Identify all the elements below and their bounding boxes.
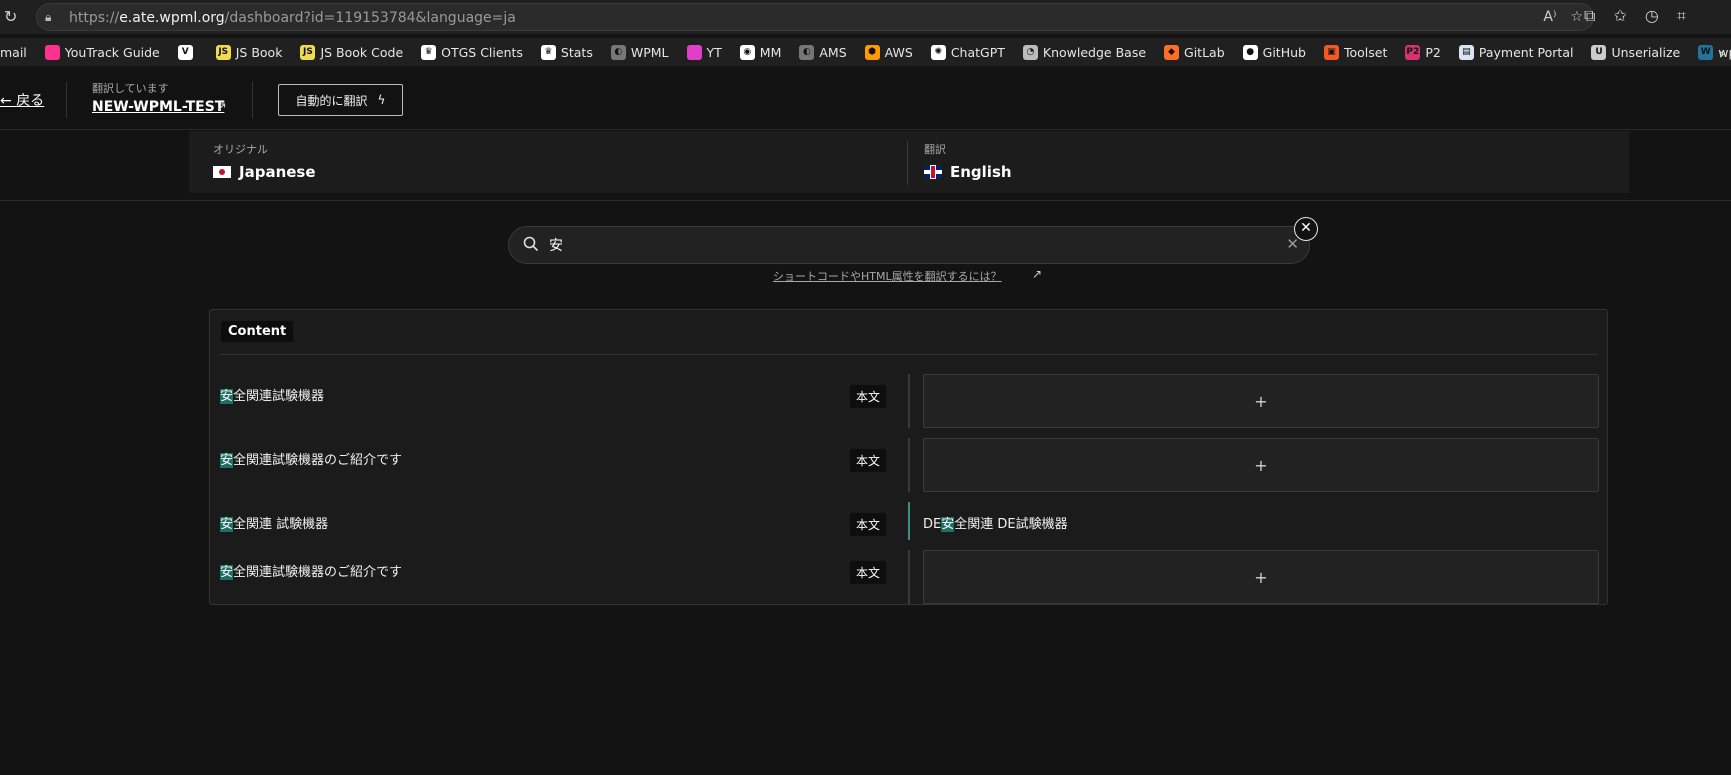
bookmark-item[interactable]: YT	[686, 44, 722, 60]
gitlab-icon: ◆	[1164, 44, 1180, 60]
address-bar[interactable]: 🔒︎ https://e.ate.wpml.org/dashboard?id=1…	[36, 3, 1594, 31]
js-icon: JS	[300, 44, 316, 60]
chatgpt-icon: ✺	[930, 44, 946, 60]
close-search-icon[interactable]: ✕	[1294, 217, 1318, 241]
star-icon[interactable]: ☆	[1570, 8, 1583, 26]
bookmark-item[interactable]: ◆ GitLab	[1164, 44, 1225, 60]
japan-flag-icon	[213, 166, 231, 178]
bookmark-item[interactable]: P2 P2	[1405, 44, 1441, 60]
wpml-icon: ◐	[799, 44, 815, 60]
unserialize-icon: U	[1591, 44, 1607, 60]
search-box[interactable]: ✕	[508, 226, 1310, 264]
otgs-icon: ♛	[421, 44, 437, 60]
source-text[interactable]: 安全関連 試験機器	[220, 513, 328, 532]
bookmark-item[interactable]: ✺ ChatGPT	[930, 44, 1005, 60]
section-tag: Content	[221, 321, 294, 342]
divider	[220, 354, 1598, 355]
vue-icon: V	[177, 44, 193, 60]
type-badge: 本文	[850, 449, 887, 472]
browser-toolbar: ↻ 🔒︎ https://e.ate.wpml.org/dashboard?id…	[0, 0, 1731, 34]
translating-label: 翻訳しています	[92, 82, 169, 95]
lock-icon[interactable]: 🔒︎	[45, 9, 61, 25]
mm-icon: ◉	[739, 44, 755, 60]
bookmark-item[interactable]: ▣ Toolset	[1323, 44, 1387, 60]
content-panel: Content 安全関連試験機器 本文 + 安全関連試験機器のご紹介です 本文 …	[209, 309, 1608, 605]
bookmark-item[interactable]: ◔ Knowledge Base	[1022, 44, 1146, 60]
wpml-icon: ◐	[610, 44, 626, 60]
read-aloud-icon[interactable]: A⁾	[1543, 8, 1556, 26]
screenshot-icon[interactable]: ⌗	[1677, 6, 1686, 26]
add-translation-button[interactable]: +	[923, 550, 1599, 604]
project-name-link[interactable]: NEW-WPML-TEST	[92, 99, 224, 115]
otgs-icon: ♛	[540, 44, 556, 60]
translated-text[interactable]: DE安全関連 DE試験機器	[923, 513, 1068, 532]
divider	[252, 82, 253, 118]
youtrack-icon	[686, 44, 702, 60]
external-link-icon[interactable]: ↗	[1032, 267, 1042, 281]
app-header: ← 戻る 翻訳しています NEW-WPML-TEST ↗ 自動的に翻訳 ϟ	[0, 72, 1731, 130]
auto-translate-button[interactable]: 自動的に翻訳 ϟ	[278, 84, 403, 116]
row-indicator	[908, 502, 910, 540]
type-badge: 本文	[850, 385, 887, 408]
chevron-right-icon[interactable]: ›	[1719, 44, 1725, 63]
reload-icon[interactable]: ↻	[4, 8, 22, 26]
bookmark-item[interactable]: Wwpml-comp	[1698, 44, 1731, 60]
bookmark-item[interactable]: U Unserialize	[1591, 44, 1680, 60]
bookmark-item[interactable]: JS JS Book Code	[300, 44, 403, 60]
target-language: 翻訳 English	[924, 143, 1012, 181]
back-link[interactable]: ← 戻る	[0, 90, 44, 110]
url-text[interactable]: https://e.ate.wpml.org/dashboard?id=1191…	[69, 9, 516, 27]
search-input[interactable]	[549, 235, 1249, 255]
bookmark-item[interactable]: JS JS Book	[215, 44, 282, 60]
search-icon	[523, 236, 539, 252]
extensions-icon[interactable]: ⧉	[1584, 6, 1595, 26]
source-language: オリジナル Japanese	[213, 143, 316, 181]
aws-icon: ⬢	[864, 44, 880, 60]
shortcode-help-link[interactable]: ショートコードやHTML属性を翻訳するには？	[773, 268, 1002, 284]
type-badge: 本文	[850, 561, 887, 584]
doc-icon: ▤	[1458, 44, 1474, 60]
language-bar: オリジナル Japanese 翻訳 English	[189, 131, 1629, 193]
bookmark-item[interactable]: mail	[0, 45, 27, 60]
uk-flag-icon	[924, 166, 942, 178]
add-translation-button[interactable]: +	[923, 374, 1599, 428]
js-icon: JS	[215, 44, 231, 60]
bookmark-item[interactable]: YouTrack Guide	[44, 44, 160, 60]
youtrack-icon	[44, 44, 60, 60]
row-indicator	[908, 438, 910, 492]
type-badge: 本文	[850, 513, 887, 536]
p2-icon: P2	[1405, 44, 1421, 60]
bookmark-item[interactable]: ◉ MM	[739, 44, 781, 60]
toolset-icon: ▣	[1323, 44, 1339, 60]
row-indicator	[908, 374, 910, 428]
bookmarks-bar: mail YouTrack Guide V JS JS Book JS JS Book Co…	[0, 38, 1731, 66]
bookmark-item[interactable]: ♛ Stats	[540, 44, 593, 60]
external-link-icon[interactable]: ↗	[216, 100, 227, 115]
history-icon[interactable]: ◷	[1645, 6, 1659, 26]
lightning-icon: ϟ	[377, 93, 386, 107]
source-text[interactable]: 安全関連試験機器	[220, 385, 324, 404]
divider	[66, 82, 67, 118]
bookmark-item[interactable]: ▤ Payment Portal	[1458, 44, 1573, 60]
bookmark-item[interactable]: ⬢ AWS	[864, 44, 913, 60]
kb-icon: ◔	[1022, 44, 1038, 60]
favorites-icon[interactable]: ✩	[1613, 6, 1626, 26]
bookmark-item[interactable]: ◐ WPML	[610, 44, 669, 60]
github-icon: ●	[1242, 44, 1258, 60]
divider	[0, 200, 1731, 201]
bookmark-item[interactable]: ◐ AMS	[799, 44, 847, 60]
source-text[interactable]: 安全関連試験機器のご紹介です	[220, 561, 402, 580]
row-indicator	[908, 550, 910, 604]
bookmark-item[interactable]: ♛ OTGS Clients	[421, 44, 523, 60]
source-text[interactable]: 安全関連試験機器のご紹介です	[220, 449, 402, 468]
divider	[907, 141, 908, 185]
add-translation-button[interactable]: +	[923, 438, 1599, 492]
bookmark-item[interactable]: V	[177, 44, 198, 60]
wordpress-icon: W	[1698, 44, 1714, 60]
bookmark-item[interactable]: ● GitHub	[1242, 44, 1306, 60]
